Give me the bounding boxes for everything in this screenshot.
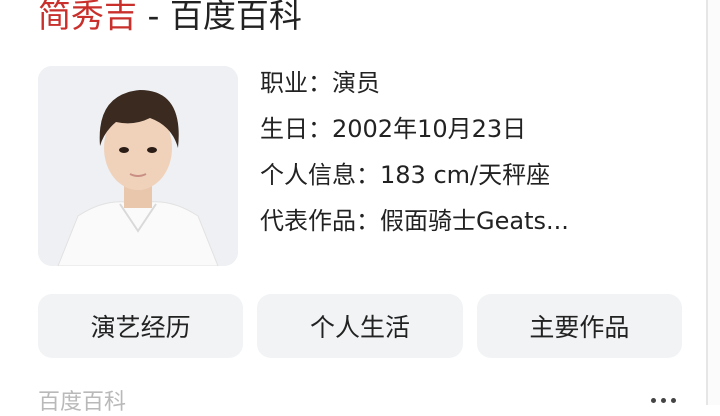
page-title[interactable]: 简秀吉 - 百度百科 xyxy=(38,0,302,38)
info-value: 183 cm/天秤座 xyxy=(380,161,551,189)
info-value[interactable]: 假面骑士Geats... xyxy=(380,207,569,235)
tab-career[interactable]: 演艺经历 xyxy=(38,294,244,358)
info-value: 演员 xyxy=(332,69,380,97)
tab-personal-life[interactable]: 个人生活 xyxy=(257,294,463,358)
tab-major-works[interactable]: 主要作品 xyxy=(476,294,682,358)
person-portrait-image xyxy=(38,66,238,266)
more-icon[interactable] xyxy=(651,398,676,403)
info-value: 2002年10月23日 xyxy=(332,115,527,143)
info-row-occupation: 职业：演员 xyxy=(260,60,680,106)
info-row-works[interactable]: 代表作品：假面骑士Geats... xyxy=(260,198,680,244)
info-label: 个人信息： xyxy=(260,161,380,189)
info-row-birthday: 生日：2002年10月23日 xyxy=(260,106,680,152)
info-label: 职业： xyxy=(260,69,332,97)
section-tabs: 演艺经历 个人生活 主要作品 xyxy=(38,294,682,358)
right-edge-divider xyxy=(706,0,720,405)
info-label: 生日： xyxy=(260,115,332,143)
profile-info: 职业：演员 生日：2002年10月23日 个人信息：183 cm/天秤座 代表作… xyxy=(260,60,680,244)
info-label: 代表作品： xyxy=(260,207,380,235)
profile-photo[interactable] xyxy=(38,66,238,266)
info-row-personal: 个人信息：183 cm/天秤座 xyxy=(260,152,680,198)
title-suffix: - 百度百科 xyxy=(137,0,302,35)
source-label: 百度百科 xyxy=(38,390,127,415)
title-name: 简秀吉 xyxy=(38,0,137,35)
